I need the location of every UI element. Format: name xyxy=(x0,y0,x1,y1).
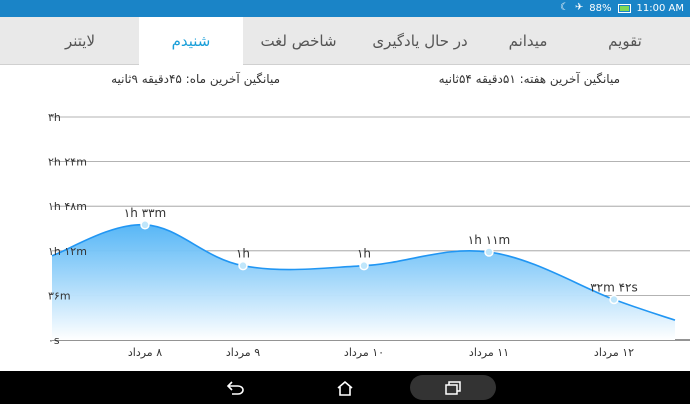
battery-icon xyxy=(617,3,631,13)
y-tick-label: ۲h ۲۴m xyxy=(48,156,87,169)
y-tick-label: ۱h ۱۲m xyxy=(48,245,87,258)
y-tick-label: ۱h ۴۸m xyxy=(48,200,87,213)
home-icon xyxy=(337,380,353,396)
clock: 11:00 AM xyxy=(636,2,684,14)
tab-heard[interactable]: شنیدم xyxy=(139,17,243,66)
back-button[interactable] xyxy=(220,375,250,400)
x-tick-label: ۱۰ مرداد xyxy=(344,346,384,359)
x-axis-labels: ۸ مرداد ۹ مرداد ۱۰ مرداد ۱۱ مرداد ۱۲ مرداد xyxy=(128,346,634,359)
navigation-bar xyxy=(0,371,690,404)
tab-learning[interactable]: در حال یادگیری xyxy=(355,17,485,65)
data-point xyxy=(484,247,494,257)
data-label: ۱h ۳۳m xyxy=(124,206,166,220)
x-tick-label: ۹ مرداد xyxy=(226,346,260,359)
tab-bar: تقویم میدانم در حال یادگیری شاخص لغت شنی… xyxy=(0,17,690,66)
listening-chart: ۱h ۳۳m ۱h ۱h ۱h ۱۱m ۳۲m ۴۲s ۰s ۳۶m ۱h ۱۲m ۱h ۴۸… xyxy=(48,111,690,359)
recents-icon xyxy=(445,380,461,395)
data-point xyxy=(140,220,150,230)
data-point xyxy=(238,260,248,271)
x-tick-label: ۸ مرداد xyxy=(128,346,162,359)
averages-row: میانگین آخرین هفته: ۵۱دقیقه ۵۴ثانیه میان… xyxy=(0,65,690,93)
y-tick-label: ۰s xyxy=(48,334,60,347)
data-label: ۱h xyxy=(236,247,250,261)
back-icon xyxy=(226,380,244,395)
x-tick-label: ۱۲ مرداد xyxy=(594,346,634,359)
status-bar: ☾ ✈ 88% 11:00 AM xyxy=(0,0,690,17)
data-label: ۱h ۱۱m xyxy=(468,233,510,247)
data-label: ۳۲m ۴۲s xyxy=(590,280,638,294)
recents-button[interactable] xyxy=(410,375,496,400)
home-button[interactable] xyxy=(330,375,360,400)
monthly-average: میانگین آخرین ماه: ۴۵دقیقه ۹ثانیه xyxy=(111,72,280,86)
x-tick-label: ۱۱ مرداد xyxy=(469,346,509,359)
data-label: ۱h xyxy=(357,247,371,261)
battery-level: 88% xyxy=(589,2,612,14)
moon-icon: ☾ xyxy=(559,2,569,13)
data-point xyxy=(609,294,619,305)
tab-word-index[interactable]: شاخص لغت xyxy=(236,17,361,65)
weekly-average: میانگین آخرین هفته: ۵۱دقیقه ۵۴ثانیه xyxy=(438,72,620,86)
y-tick-label: ۳۶m xyxy=(48,289,71,302)
area-fill xyxy=(52,224,675,340)
data-point xyxy=(359,260,369,271)
chart-area xyxy=(51,223,676,340)
airplane-icon: ✈ xyxy=(574,2,584,13)
y-tick-label: ۳h xyxy=(48,111,61,124)
tab-leitner[interactable]: لایتنر xyxy=(30,17,130,65)
